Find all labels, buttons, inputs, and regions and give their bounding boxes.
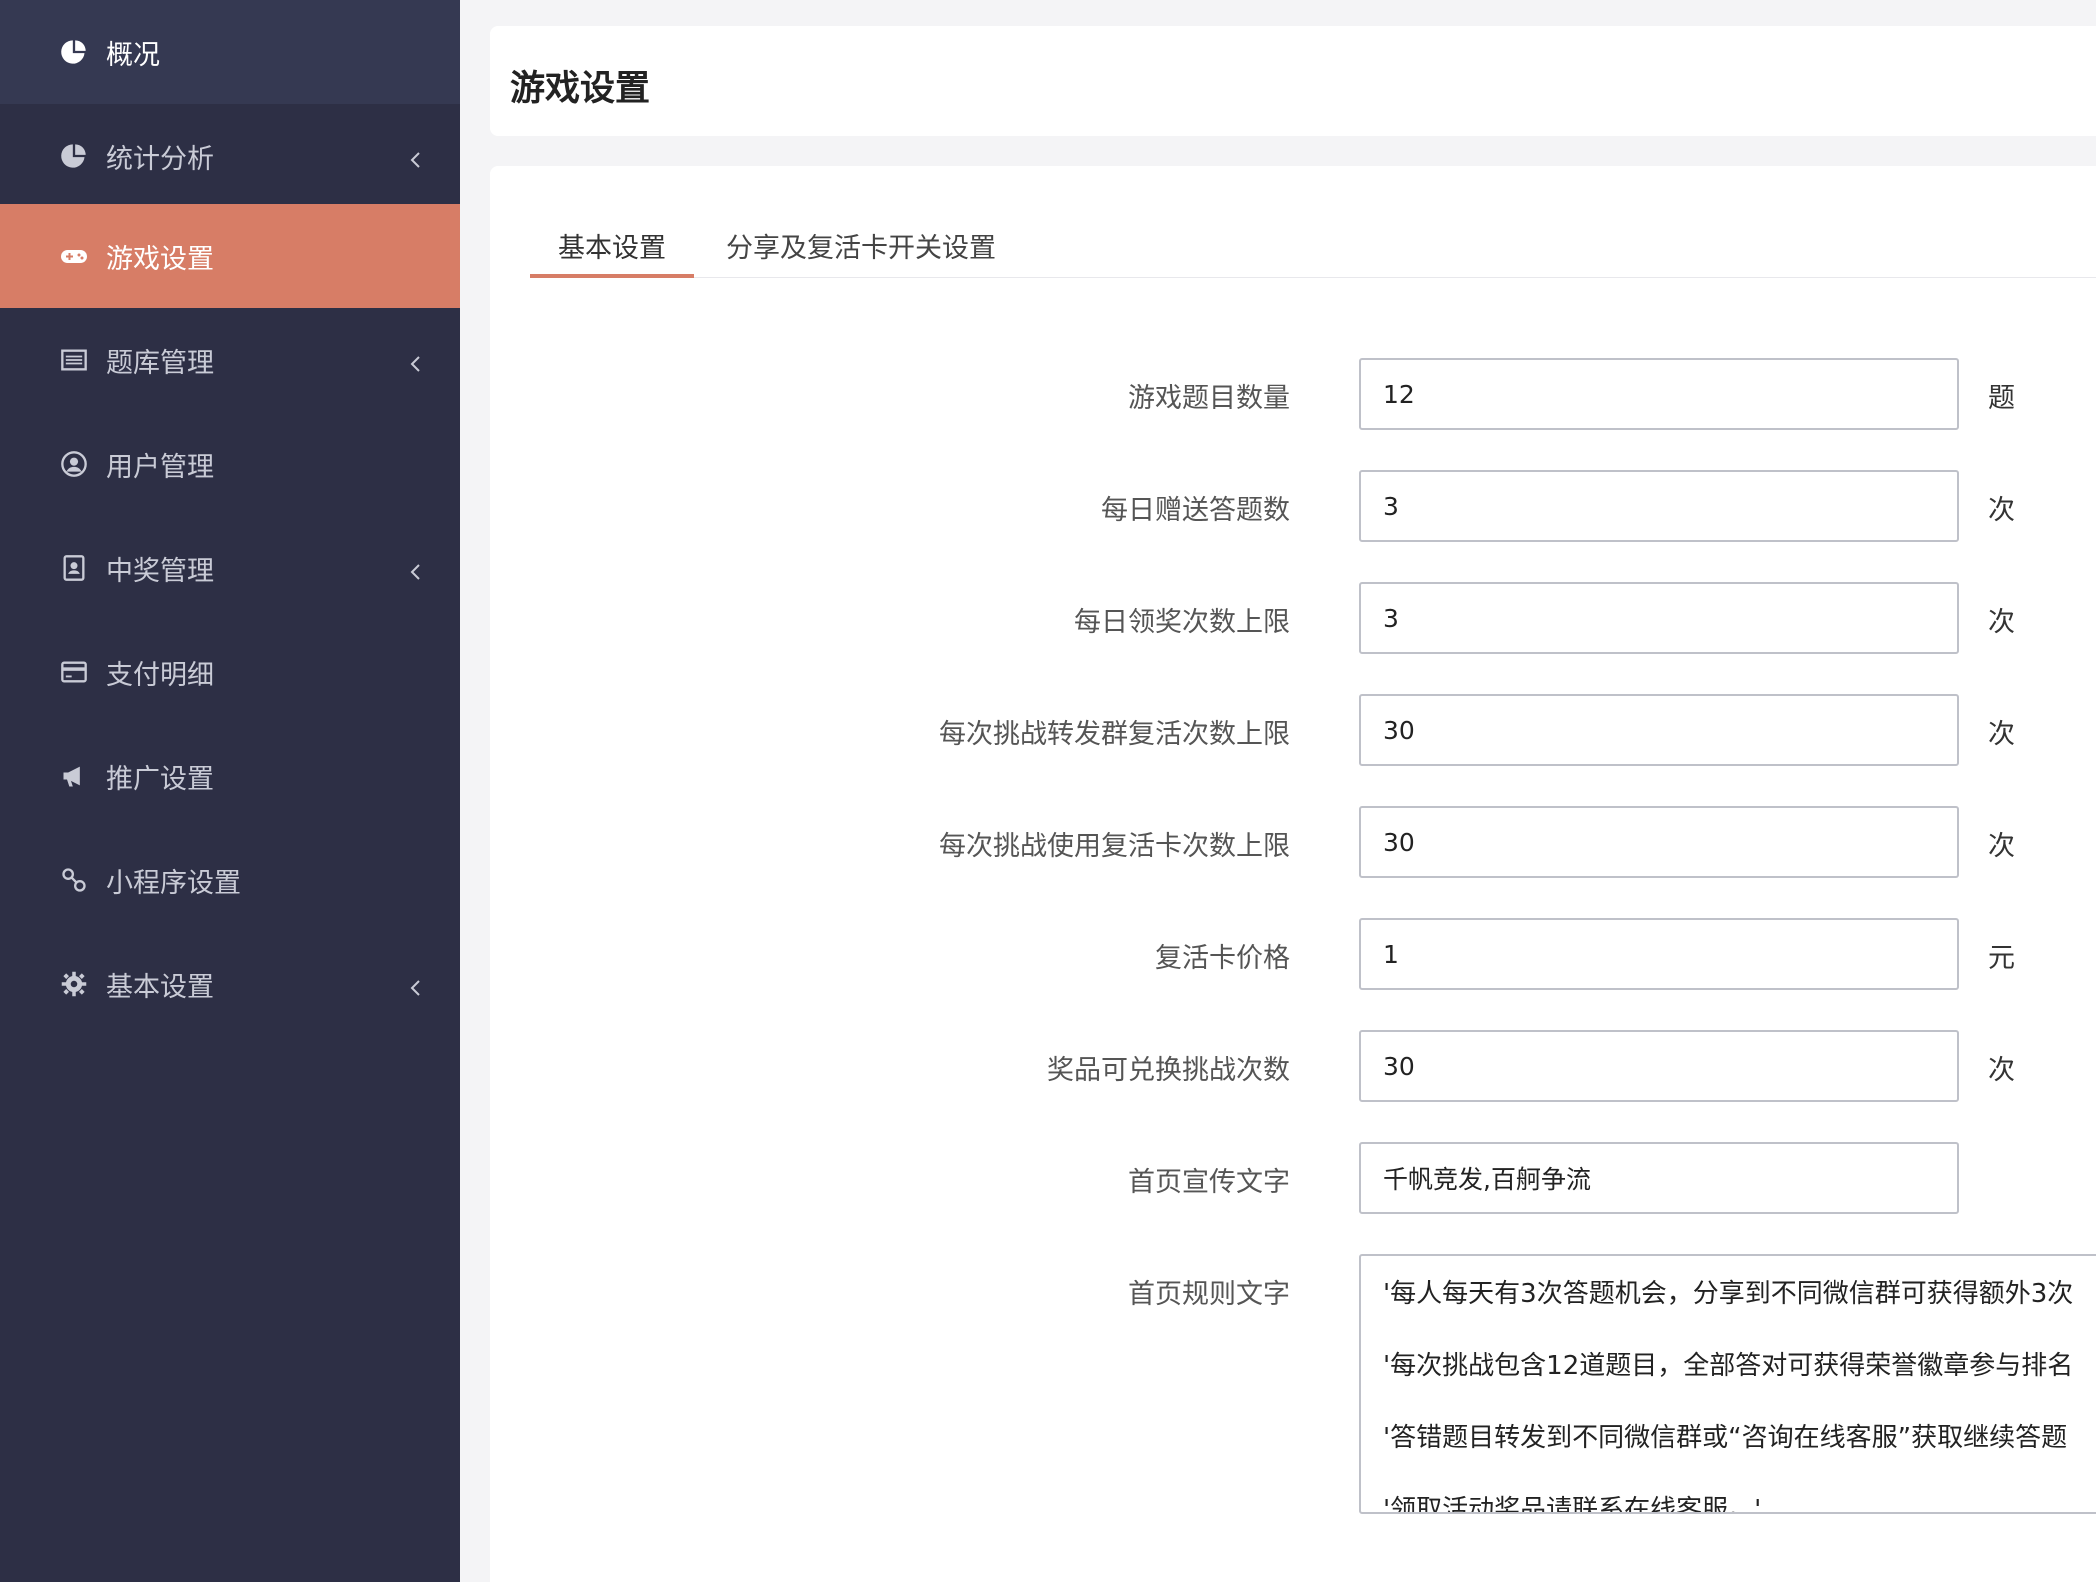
- home-rules-textarea[interactable]: '每人每天有3次答题机会，分享到不同微信群可获得额外3次 '每次挑战包含12道题…: [1359, 1254, 2096, 1514]
- field-label: 首页规则文字: [1128, 1279, 1290, 1310]
- field-label: 每日领奖次数上限: [1074, 607, 1290, 638]
- field-unit: 次: [1988, 719, 2015, 750]
- form-row-prize-exchange-count: 奖品可兑换挑战次数 次: [490, 1030, 2096, 1102]
- prize-exchange-count-input[interactable]: [1359, 1030, 1959, 1102]
- tab-bar: 基本设置 分享及复活卡开关设置: [530, 218, 2096, 278]
- list-icon: [58, 344, 90, 376]
- sidebar-item-label: 支付明细: [106, 659, 214, 691]
- field-label: 复活卡价格: [1155, 943, 1290, 974]
- sidebar-item-label: 基本设置: [106, 971, 214, 1003]
- field-unit: 次: [1988, 495, 2015, 526]
- form-row-revive-card-price: 复活卡价格 元: [490, 918, 2096, 990]
- sidebar-item-overview[interactable]: 概况: [0, 0, 460, 104]
- form-row-home-slogan: 首页宣传文字: [490, 1142, 2096, 1214]
- question-count-input[interactable]: [1359, 358, 1959, 430]
- revive-card-limit-input[interactable]: [1359, 806, 1959, 878]
- home-slogan-input[interactable]: [1359, 1142, 1959, 1214]
- sidebar-item-game-settings[interactable]: 游戏设置: [0, 204, 460, 308]
- gamepad-icon: [58, 240, 90, 272]
- chevron-left-icon: [408, 558, 424, 580]
- field-unit: 题: [1988, 383, 2015, 414]
- field-label: 奖品可兑换挑战次数: [1047, 1055, 1290, 1086]
- sidebar-item-label: 题库管理: [106, 347, 214, 379]
- rules-line: '答错题目转发到不同微信群或“咨询在线客服”获取继续答题: [1383, 1423, 2068, 1453]
- share-revive-limit-input[interactable]: [1359, 694, 1959, 766]
- page-header: 游戏设置: [490, 26, 2096, 136]
- settings-panel: 基本设置 分享及复活卡开关设置 游戏题目数量 题 每日赠送答题数 次 每日领奖次…: [490, 166, 2096, 1582]
- user-circle-icon: [58, 448, 90, 480]
- chevron-left-icon: [408, 350, 424, 372]
- revive-card-price-input[interactable]: [1359, 918, 1959, 990]
- form-row-question-count: 游戏题目数量 题: [490, 358, 2096, 430]
- field-label: 每次挑战转发群复活次数上限: [939, 719, 1290, 750]
- daily-prize-limit-input[interactable]: [1359, 582, 1959, 654]
- rules-line: '领取活动奖品请联系在线客服。': [1383, 1495, 1762, 1514]
- form-row-share-revive-limit: 每次挑战转发群复活次数上限 次: [490, 694, 2096, 766]
- sidebar-item-prizes[interactable]: 中奖管理: [0, 516, 460, 620]
- sidebar-item-label: 游戏设置: [106, 243, 214, 275]
- form-row-revive-card-limit: 每次挑战使用复活卡次数上限 次: [490, 806, 2096, 878]
- tab-basic-settings[interactable]: 基本设置: [530, 218, 694, 278]
- address-book-icon: [58, 552, 90, 584]
- sidebar-item-users[interactable]: 用户管理: [0, 412, 460, 516]
- sidebar-item-miniprogram[interactable]: 小程序设置: [0, 828, 460, 932]
- gear-icon: [58, 968, 90, 1000]
- field-label: 每日赠送答题数: [1101, 495, 1290, 526]
- sidebar-item-label: 推广设置: [106, 763, 214, 795]
- daily-free-answers-input[interactable]: [1359, 470, 1959, 542]
- page-title: 游戏设置: [510, 69, 651, 109]
- link-icon: [58, 864, 90, 896]
- field-unit: 元: [1988, 943, 2015, 974]
- sidebar-item-question-bank[interactable]: 题库管理: [0, 308, 460, 412]
- sidebar: 概况 统计分析 游戏设置 题库管理 用户管理 中奖管理 支付明细 推广设置 小程…: [0, 0, 460, 1582]
- sidebar-item-label: 统计分析: [106, 143, 214, 175]
- sidebar-item-statistics[interactable]: 统计分析: [0, 104, 460, 208]
- pie-chart-icon: [58, 140, 90, 172]
- field-unit: 次: [1988, 831, 2015, 862]
- chevron-left-icon: [408, 974, 424, 996]
- pie-chart-icon: [58, 36, 90, 68]
- megaphone-icon: [58, 760, 90, 792]
- sidebar-item-label: 概况: [106, 39, 160, 71]
- sidebar-item-payments[interactable]: 支付明细: [0, 620, 460, 724]
- credit-card-icon: [58, 656, 90, 688]
- field-unit: 次: [1988, 607, 2015, 638]
- rules-line: '每次挑战包含12道题目，全部答对可获得荣誉徽章参与排名: [1383, 1351, 2074, 1381]
- sidebar-item-label: 用户管理: [106, 451, 214, 483]
- field-unit: 次: [1988, 1055, 2015, 1086]
- form-row-daily-free-answers: 每日赠送答题数 次: [490, 470, 2096, 542]
- field-label: 游戏题目数量: [1128, 383, 1290, 414]
- rules-line: '每人每天有3次答题机会，分享到不同微信群可获得额外3次: [1383, 1279, 2074, 1309]
- field-label: 每次挑战使用复活卡次数上限: [939, 831, 1290, 862]
- sidebar-item-promotion[interactable]: 推广设置: [0, 724, 460, 828]
- chevron-left-icon: [408, 146, 424, 168]
- sidebar-item-label: 小程序设置: [106, 867, 241, 899]
- sidebar-item-basic-settings[interactable]: 基本设置: [0, 932, 460, 1036]
- field-label: 首页宣传文字: [1128, 1167, 1290, 1198]
- sidebar-item-label: 中奖管理: [106, 555, 214, 587]
- tab-share-revive-settings[interactable]: 分享及复活卡开关设置: [698, 218, 1024, 278]
- form-row-daily-prize-limit: 每日领奖次数上限 次: [490, 582, 2096, 654]
